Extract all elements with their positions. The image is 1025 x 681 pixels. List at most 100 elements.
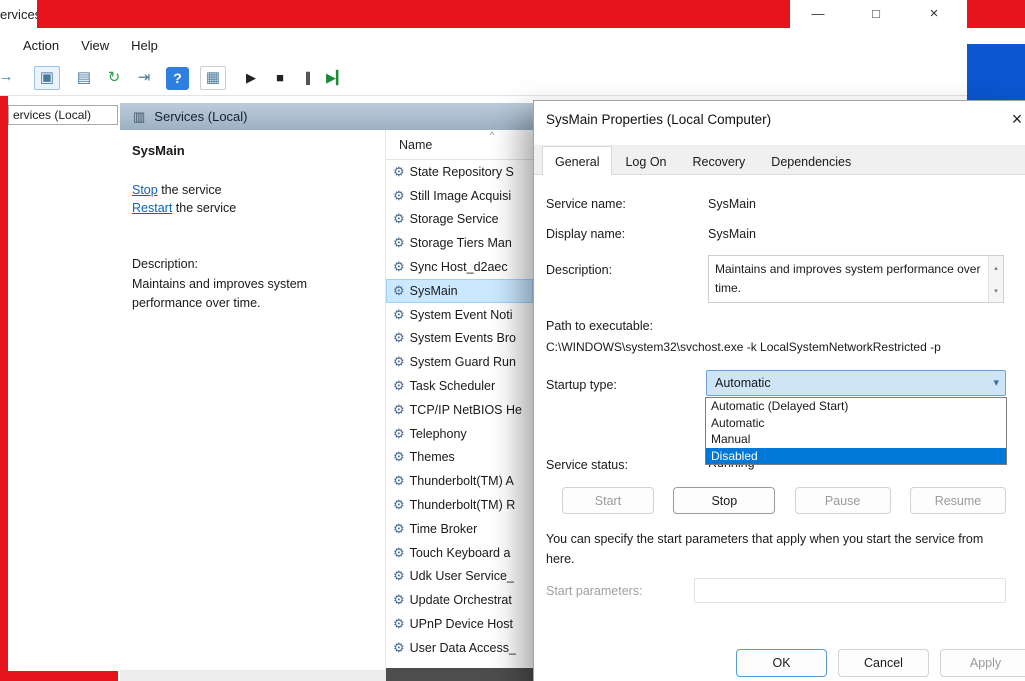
tab[interactable]: Dependencies [758, 150, 864, 174]
stop-button[interactable]: Stop [673, 487, 775, 514]
start-button[interactable]: Start [562, 487, 654, 514]
service-row[interactable]: ⚙ System Guard Run [386, 350, 533, 374]
service-row[interactable]: ⚙ Sync Host_d2aec [386, 255, 533, 279]
service-gear-icon: ⚙ [393, 259, 405, 275]
service-row[interactable]: ⚙ Thunderbolt(TM) R [386, 493, 533, 517]
forward-arrow-icon[interactable]: → [0, 68, 18, 85]
red-strip-left [0, 96, 8, 681]
service-name-value: SysMain [708, 197, 756, 211]
service-row[interactable]: ⚙ Udk User Service_ [386, 565, 533, 589]
restart-service-link[interactable]: Restart [132, 201, 172, 215]
service-row[interactable]: ⚙ System Events Bro [386, 327, 533, 351]
path-value: C:\WINDOWS\system32\svchost.exe -k Local… [546, 340, 1022, 354]
minimize-button[interactable]: — [806, 3, 830, 25]
window-title: ervices [0, 7, 41, 22]
service-row[interactable]: ⚙ Thunderbolt(TM) A [386, 469, 533, 493]
service-row[interactable]: ⚙ Still Image Acquisi [386, 184, 533, 208]
service-rows: ⚙ State Repository S ⚙ Still Image Acqui… [386, 160, 533, 660]
service-row[interactable]: ⚙ TCP/IP NetBIOS He [386, 398, 533, 422]
export-list-icon[interactable]: ⇥ [132, 68, 156, 86]
service-row[interactable]: ⚙ Themes [386, 446, 533, 470]
maximize-button[interactable]: □ [864, 3, 888, 25]
service-name: User Data Access_ [410, 641, 516, 655]
service-name: Themes [410, 450, 455, 464]
service-control-buttons: Start Stop Pause Resume [562, 487, 1006, 514]
refresh-icon[interactable]: ↻ [102, 68, 126, 86]
pause-service-icon[interactable]: ∥ [296, 70, 320, 86]
service-gear-icon: ⚙ [393, 545, 405, 561]
resume-button[interactable]: Resume [910, 487, 1006, 514]
help-icon[interactable]: ? [166, 67, 189, 90]
horizontal-scrollbar[interactable] [386, 668, 533, 681]
tree-item-services-local[interactable]: ervices (Local) [8, 105, 118, 125]
ok-button[interactable]: OK [736, 649, 827, 677]
service-name: Update Orchestrat [410, 593, 512, 607]
scroll-up-icon[interactable]: ▴ [989, 256, 1003, 279]
service-gear-icon: ⚙ [393, 592, 405, 608]
dropdown-option[interactable]: Automatic [706, 415, 1006, 432]
service-row[interactable]: ⚙ Update Orchestrat [386, 588, 533, 612]
dropdown-option[interactable]: Automatic (Delayed Start) [706, 398, 1006, 415]
service-row[interactable]: ⚙ Storage Tiers Man [386, 231, 533, 255]
service-row[interactable]: ⚙ Task Scheduler [386, 374, 533, 398]
service-gear-icon: ⚙ [393, 354, 405, 370]
service-row[interactable]: ⚙ UPnP Device Host [386, 612, 533, 636]
menu-item[interactable]: View [70, 33, 120, 58]
service-gear-icon: ⚙ [393, 378, 405, 394]
service-name: Time Broker [410, 522, 478, 536]
menu-item[interactable]: Help [120, 33, 169, 58]
apply-button[interactable]: Apply [940, 649, 1025, 677]
scroll-down-icon[interactable]: ▾ [989, 279, 1003, 302]
service-name: TCP/IP NetBIOS He [410, 403, 522, 417]
service-name: State Repository S [410, 165, 514, 179]
stop-service-icon[interactable]: ■ [268, 70, 292, 85]
start-parameters-input[interactable] [694, 578, 1006, 603]
properties-dialog: SysMain Properties (Local Computer) × Ge… [533, 100, 1025, 681]
start-service-icon[interactable]: ▶ [239, 70, 263, 86]
list-header[interactable]: Name ^ [386, 130, 533, 160]
stop-service-suffix: the service [158, 183, 222, 197]
dropdown-option[interactable]: Disabled [706, 448, 1006, 465]
console-tree-icon[interactable]: ▣ [34, 66, 60, 90]
service-name: Telephony [410, 427, 467, 441]
dialog-close-icon[interactable]: × [1006, 107, 1025, 131]
selected-service-title: SysMain [120, 130, 385, 158]
service-row[interactable]: ⚙ Storage Service [386, 208, 533, 232]
tab[interactable]: Recovery [680, 150, 759, 174]
service-gear-icon: ⚙ [393, 568, 405, 584]
service-row[interactable]: ⚙ State Repository S [386, 160, 533, 184]
menu-item[interactable]: Action [12, 33, 70, 58]
service-row[interactable]: ⚙ User Data Access_ [386, 636, 533, 660]
service-row[interactable]: ⚙ System Event Noti [386, 303, 533, 327]
service-name: Thunderbolt(TM) A [410, 474, 514, 488]
services-local-header: ▥ Services (Local) [120, 103, 533, 130]
tab[interactable]: General [542, 146, 612, 175]
service-gear-icon: ⚙ [393, 497, 405, 513]
startup-type-combobox[interactable]: Automatic ▾ [706, 370, 1006, 396]
extended-view-icon[interactable]: ▦ [200, 66, 226, 90]
service-name: SysMain [410, 284, 458, 298]
service-row[interactable]: ⚙ Telephony [386, 422, 533, 446]
dropdown-option[interactable]: Manual [706, 431, 1006, 448]
dialog-description-text: Maintains and improves system performanc… [715, 260, 983, 298]
tab[interactable]: Log On [612, 150, 679, 174]
pause-button[interactable]: Pause [795, 487, 891, 514]
red-strip-bottom [8, 671, 118, 681]
service-row[interactable]: ⚙ SysMain [386, 279, 533, 303]
description-box[interactable]: Maintains and improves system performanc… [708, 255, 1004, 303]
close-button[interactable]: × [922, 3, 946, 25]
mid-header-label: Services (Local) [154, 109, 247, 124]
stop-service-line: Stop the service [132, 183, 385, 197]
column-header-name[interactable]: Name [399, 138, 432, 152]
service-row[interactable]: ⚙ Time Broker [386, 517, 533, 541]
restart-service-icon[interactable]: ▶▎ [324, 70, 348, 86]
service-gear-icon: ⚙ [393, 473, 405, 489]
properties-icon[interactable]: ▤ [72, 68, 96, 86]
service-row[interactable]: ⚙ Touch Keyboard a [386, 541, 533, 565]
service-gear-icon: ⚙ [393, 307, 405, 323]
combobox-value: Automatic [715, 376, 771, 390]
stop-service-link[interactable]: Stop [132, 183, 158, 197]
extended-info-panel: SysMain Stop the service Restart the ser… [120, 130, 385, 670]
cancel-button[interactable]: Cancel [838, 649, 929, 677]
services-list-panel: Name ^ ⚙ State Repository S ⚙ Still Imag… [385, 130, 533, 681]
